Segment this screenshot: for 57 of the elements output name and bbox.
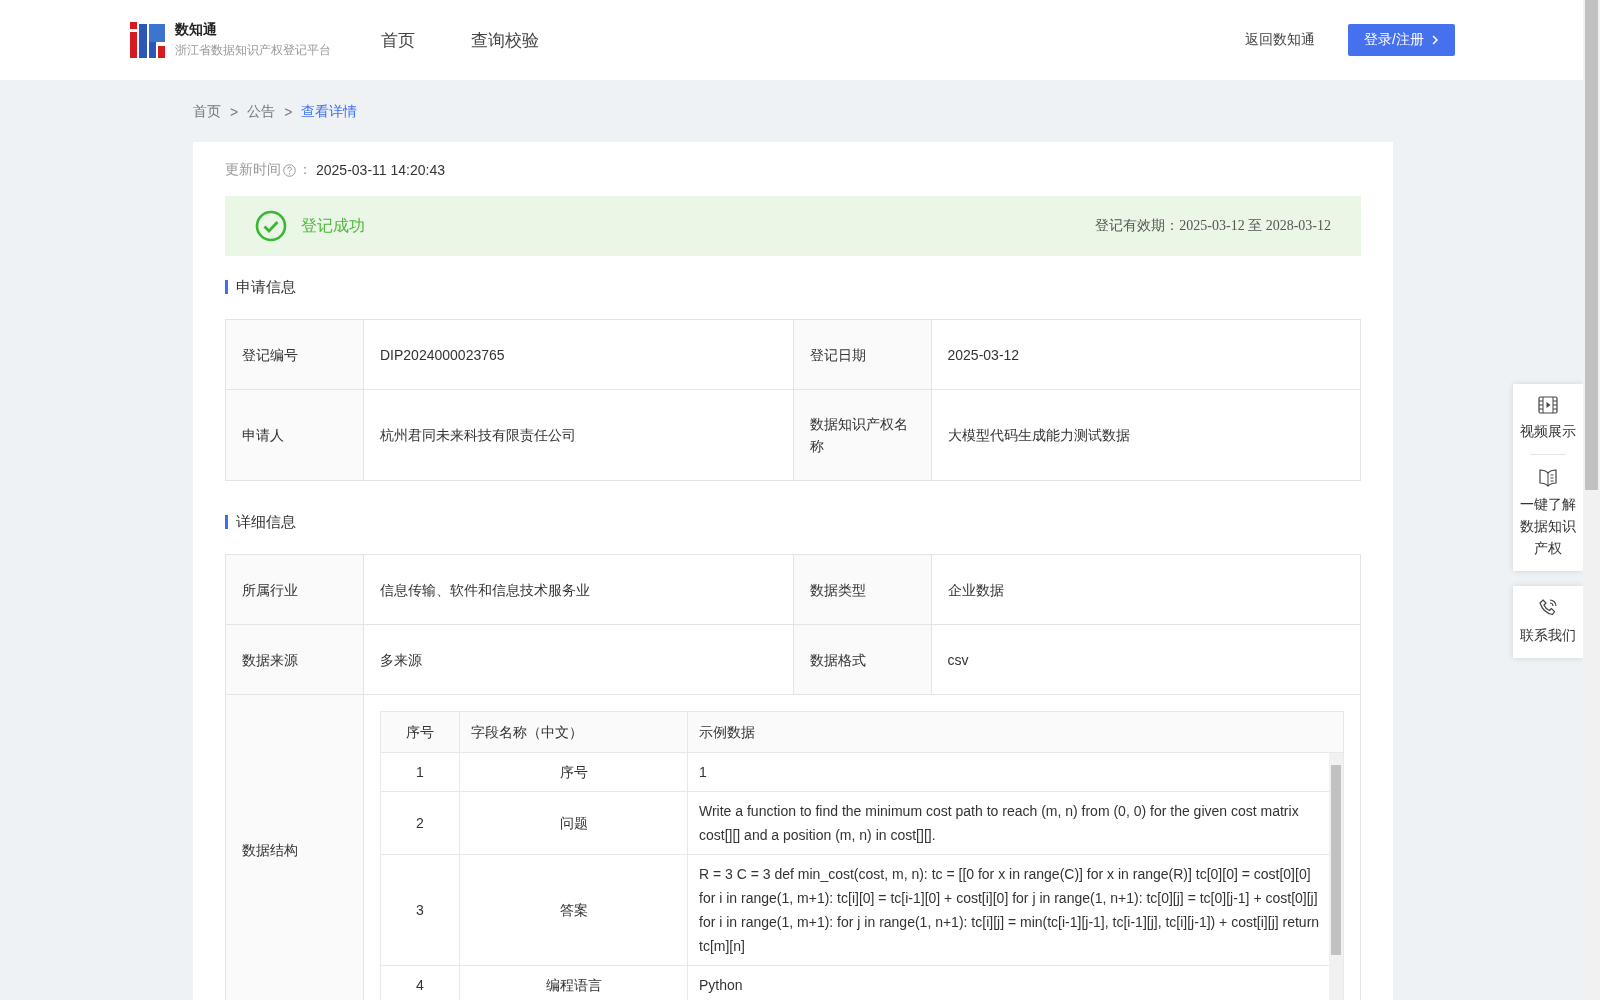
section-title: 申请信息 (225, 280, 1361, 294)
phone-icon (1538, 598, 1558, 618)
table-cell: 答案 (459, 854, 688, 966)
nav-link[interactable]: 首页 (381, 28, 415, 52)
breadcrumb-link[interactable]: 公告 (247, 103, 276, 121)
table-cell: 数据来源 (225, 624, 364, 695)
table-cell: 4 (380, 965, 460, 1000)
table-cell: 序号 (459, 752, 688, 792)
table-cell: 企业数据 (931, 554, 1361, 625)
table-cell: 1 (380, 752, 460, 792)
help-icon[interactable] (283, 163, 296, 177)
side-link[interactable]: 视频展示 (1514, 396, 1582, 442)
table-cell: 数据类型 (793, 554, 931, 625)
table-cell: 问题 (459, 791, 688, 855)
table-cell: 登记编号 (225, 319, 364, 390)
check-circle-icon (255, 210, 287, 242)
table-cell: 2025-03-12 (931, 319, 1361, 390)
breadcrumb-separator: > (284, 104, 293, 120)
scrollbar[interactable] (1329, 753, 1343, 1000)
table-cell: 登记日期 (793, 319, 931, 390)
column-header: 序号 (380, 711, 460, 753)
table-cell: 申请人 (225, 389, 364, 481)
film-icon (1538, 396, 1558, 414)
table-cell: 大模型代码生成能力测试数据 (931, 389, 1361, 481)
table-cell: 杭州君同未来科技有限责任公司 (363, 389, 793, 481)
logo-icon (130, 22, 166, 58)
update-label: 更新时间 (225, 161, 281, 179)
table-cell: 数据格式 (793, 624, 931, 695)
scrollbar[interactable] (1583, 0, 1600, 1000)
colon: ： (298, 161, 312, 179)
side-link[interactable]: 一键了解数据知识产权 (1514, 467, 1582, 559)
column-header: 字段名称（中文） (459, 711, 688, 753)
side-link[interactable]: 联系我们 (1514, 598, 1582, 646)
table-cell: 信息传输、软件和信息技术服务业 (363, 554, 793, 625)
nav-link[interactable]: 查询校验 (471, 28, 539, 52)
brand-name: 数知通 (175, 21, 218, 39)
validity-period: 登记有效期：2025-03-12 至 2028-03-12 (1095, 217, 1331, 235)
table-cell: 多来源 (363, 624, 793, 695)
brand-subtitle: 浙江省数据知识产权登记平台 (175, 42, 331, 59)
update-time: 2025-03-11 14:20:43 (316, 162, 445, 178)
chevron-right-icon (1431, 35, 1439, 45)
table-cell: csv (931, 624, 1361, 695)
section-title: 详细信息 (225, 515, 1361, 529)
table-cell: 3 (380, 854, 460, 966)
back-link[interactable]: 返回数知通 (1245, 31, 1316, 49)
table-cell: 数据知识产权名称 (793, 389, 931, 481)
table-cell: 数据结构 (225, 694, 364, 1000)
breadcrumb-link[interactable]: 首页 (193, 103, 221, 121)
breadcrumb-separator: > (230, 104, 239, 120)
breadcrumb-current: 查看详情 (301, 103, 358, 121)
status-text: 登记成功 (301, 215, 365, 236)
book-icon (1538, 467, 1558, 487)
table-cell: 2 (380, 791, 460, 855)
login-button[interactable]: 登录/注册 (1348, 24, 1455, 56)
column-header: 示例数据 (687, 711, 1344, 753)
table-cell: 所属行业 (225, 554, 364, 625)
table-cell: DIP2024000023765 (363, 319, 793, 390)
